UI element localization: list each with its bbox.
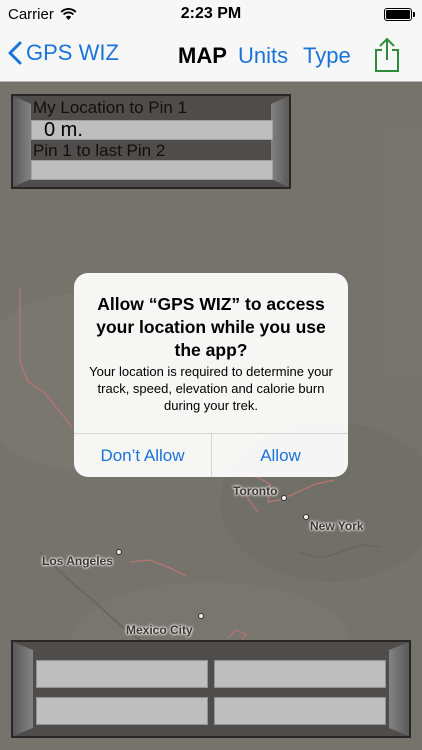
allow-button[interactable]: Allow bbox=[212, 434, 348, 477]
type-button[interactable]: Type bbox=[303, 43, 351, 69]
back-button[interactable]: GPS WIZ bbox=[8, 40, 119, 66]
share-button[interactable] bbox=[372, 36, 402, 79]
share-icon bbox=[375, 37, 399, 72]
status-bar: Carrier 2:23 PM bbox=[0, 0, 422, 30]
alert-title: Allow “GPS WIZ” to access your location … bbox=[96, 294, 326, 360]
dont-allow-button[interactable]: Don’t Allow bbox=[74, 434, 211, 477]
alert-message: Your location is required to determine y… bbox=[89, 364, 333, 413]
page-title: MAP bbox=[178, 43, 227, 68]
back-button-label: GPS WIZ bbox=[26, 40, 119, 65]
location-permission-alert: Allow “GPS WIZ” to access your location … bbox=[74, 273, 348, 477]
chevron-left-icon bbox=[8, 41, 22, 65]
nav-bar: GPS WIZ MAP Units Type bbox=[0, 30, 422, 82]
status-time: 2:23 PM bbox=[180, 5, 242, 22]
battery-icon bbox=[384, 8, 415, 21]
units-button[interactable]: Units bbox=[238, 43, 288, 69]
